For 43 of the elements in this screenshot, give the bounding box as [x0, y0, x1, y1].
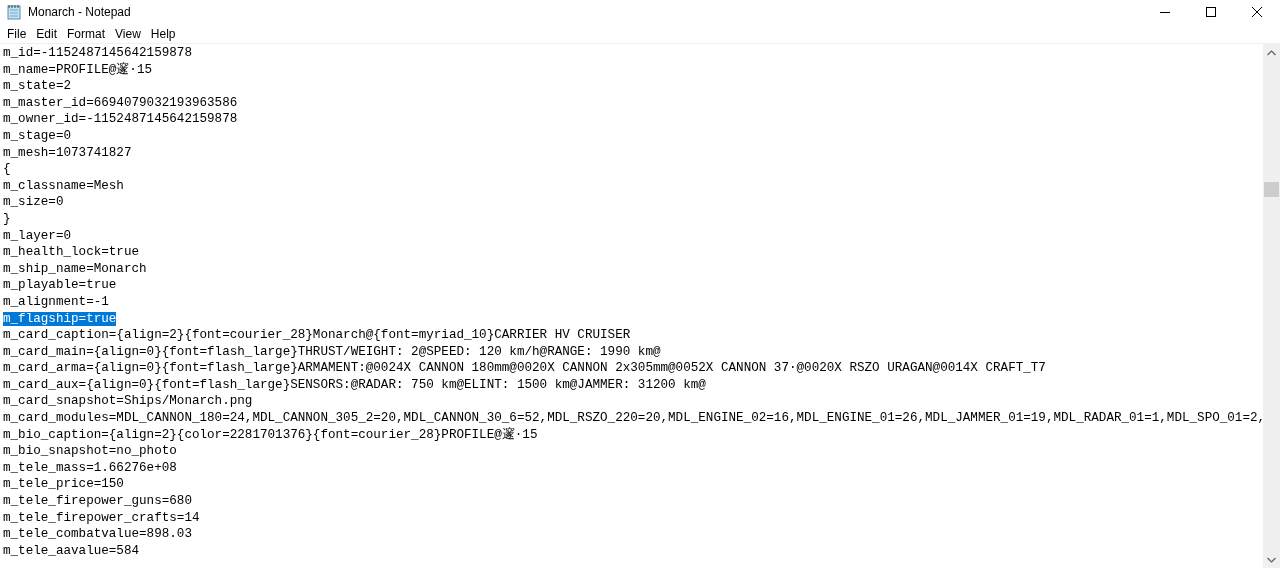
- scrollbar[interactable]: [1263, 44, 1280, 568]
- text-line: m_ship_name=Monarch: [3, 261, 147, 276]
- maximize-icon: [1206, 7, 1216, 17]
- text-line: m_state=2: [3, 79, 72, 94]
- text-line: m_id=-1152487145642159878: [3, 46, 192, 60]
- text-line: m_alignment=-1: [3, 294, 109, 309]
- text-line: m_card_arma={align=0}{font=flash_large}ARMAMENT:@0024X CANNON 180mm@0020X CANNON 2x305mm@0052X CANNON 37·@0020X RSZO URAGAN@0014X CRAFT_T7: [3, 361, 1046, 376]
- menu-item[interactable]: Help: [145, 26, 181, 41]
- text-line: m_tele_combatvalue=898.03: [3, 527, 192, 542]
- text-line: m_bio_caption={align=2}{color=2281701376}{font=courier_28}PROFILE@邃·15: [3, 427, 538, 442]
- close-icon: [1252, 7, 1262, 17]
- text-line: m_name=PROFILE@邃·15: [3, 62, 153, 77]
- menu-item[interactable]: Format: [62, 26, 111, 41]
- text-line: m_tele_mass=1.66276e+08: [3, 460, 177, 475]
- text-line: m_owner_id=-1152487145642159878: [3, 112, 238, 127]
- text-line: m_size=0: [3, 195, 64, 210]
- text-line: m_card_caption={align=2}{font=courier_28}Monarch@{font=myriad_10}CARRIER HV CRUISER: [3, 328, 631, 343]
- window-title: Monarch - Notepad: [28, 5, 132, 19]
- text-line: m_card_snapshot=Ships/Monarch.png: [3, 394, 253, 409]
- scroll-down-icon[interactable]: [1267, 557, 1276, 563]
- text-line: }: [3, 211, 11, 226]
- text-line: m_card_modules=MDL_CANNON_180=24,MDL_CANNON_305_2=20,MDL_CANNON_30_6=52,MDL_RSZO_220=20,MDL_ENGINE_02=16,MDL_ENGINE_01=26,MDL_JAMMER_01=19,MDL_RADAR_01=1,MDL_SPO_01=2,: [3, 411, 1263, 426]
- menu-item[interactable]: View: [110, 26, 146, 41]
- text-line: m_playable=true: [3, 278, 117, 293]
- text-line: m_card_aux={align=0}{font=flash_large}SENSORS:@RADAR: 750 km@ELINT: 1500 km@JAMMER: 31200 km@: [3, 377, 706, 392]
- text-line: m_tele_firepower_crafts=14: [3, 510, 200, 525]
- scroll-up-icon[interactable]: [1267, 50, 1276, 56]
- text-line: m_stage=0: [3, 128, 72, 143]
- text-line: m_bio_snapshot=no_photo: [3, 444, 177, 459]
- scroll-thumb[interactable]: [1264, 182, 1279, 197]
- menu-item[interactable]: Edit: [31, 26, 63, 41]
- text-line: m_tele_price=150: [3, 477, 124, 492]
- text-line: m_layer=0: [3, 228, 72, 243]
- text-line: m_mesh=1073741827: [3, 145, 132, 160]
- text-line: m_tele_aavalue=584: [3, 543, 140, 558]
- text-line: m_card_main={align=0}{font=flash_large}THRUST/WEIGHT: 2@SPEED: 120 km/h@RANGE: 1990 km@: [3, 344, 661, 359]
- text-line: m_classname=Mesh: [3, 178, 124, 193]
- text-line: m_master_id=6694079032193963586: [3, 95, 238, 110]
- text-line: m_tele_firepower_guns=680: [3, 494, 192, 509]
- notepad-icon: [7, 4, 21, 20]
- text-line: m_health_lock=true: [3, 245, 140, 260]
- text-line: {: [3, 162, 11, 177]
- menu-item[interactable]: File: [2, 26, 32, 41]
